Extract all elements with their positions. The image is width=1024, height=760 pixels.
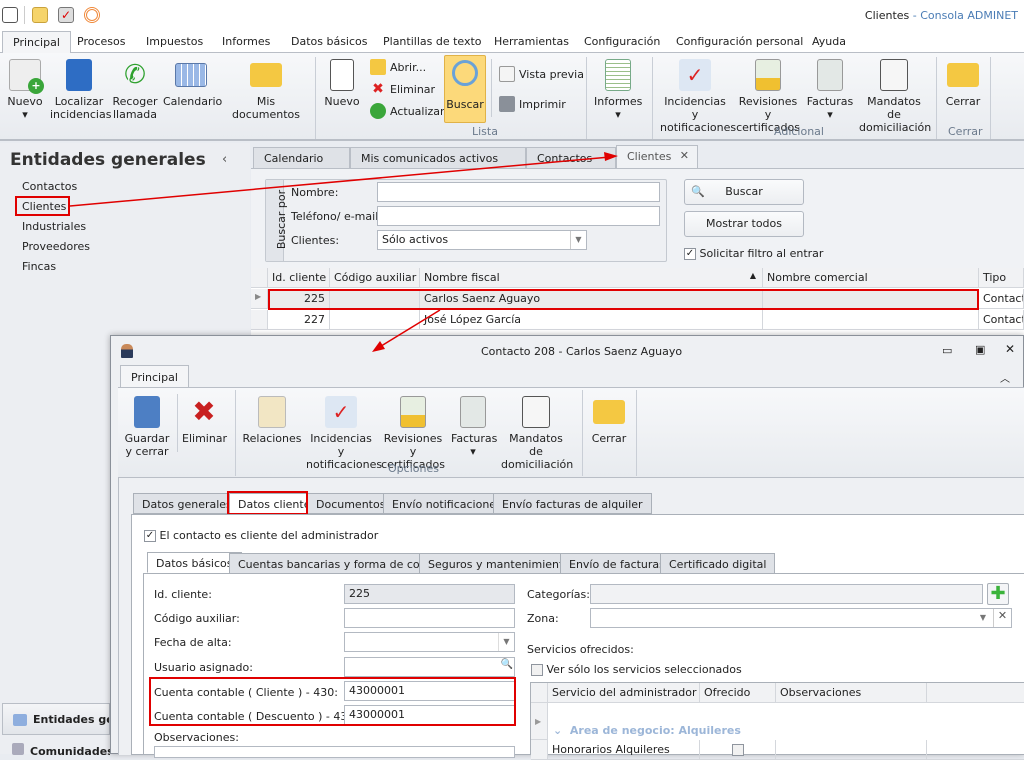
arrow-head <box>604 152 618 161</box>
arrow-line <box>377 309 441 349</box>
annotation-arrows <box>69 152 618 352</box>
arrow-line <box>69 156 611 207</box>
arrow-head <box>372 341 385 352</box>
